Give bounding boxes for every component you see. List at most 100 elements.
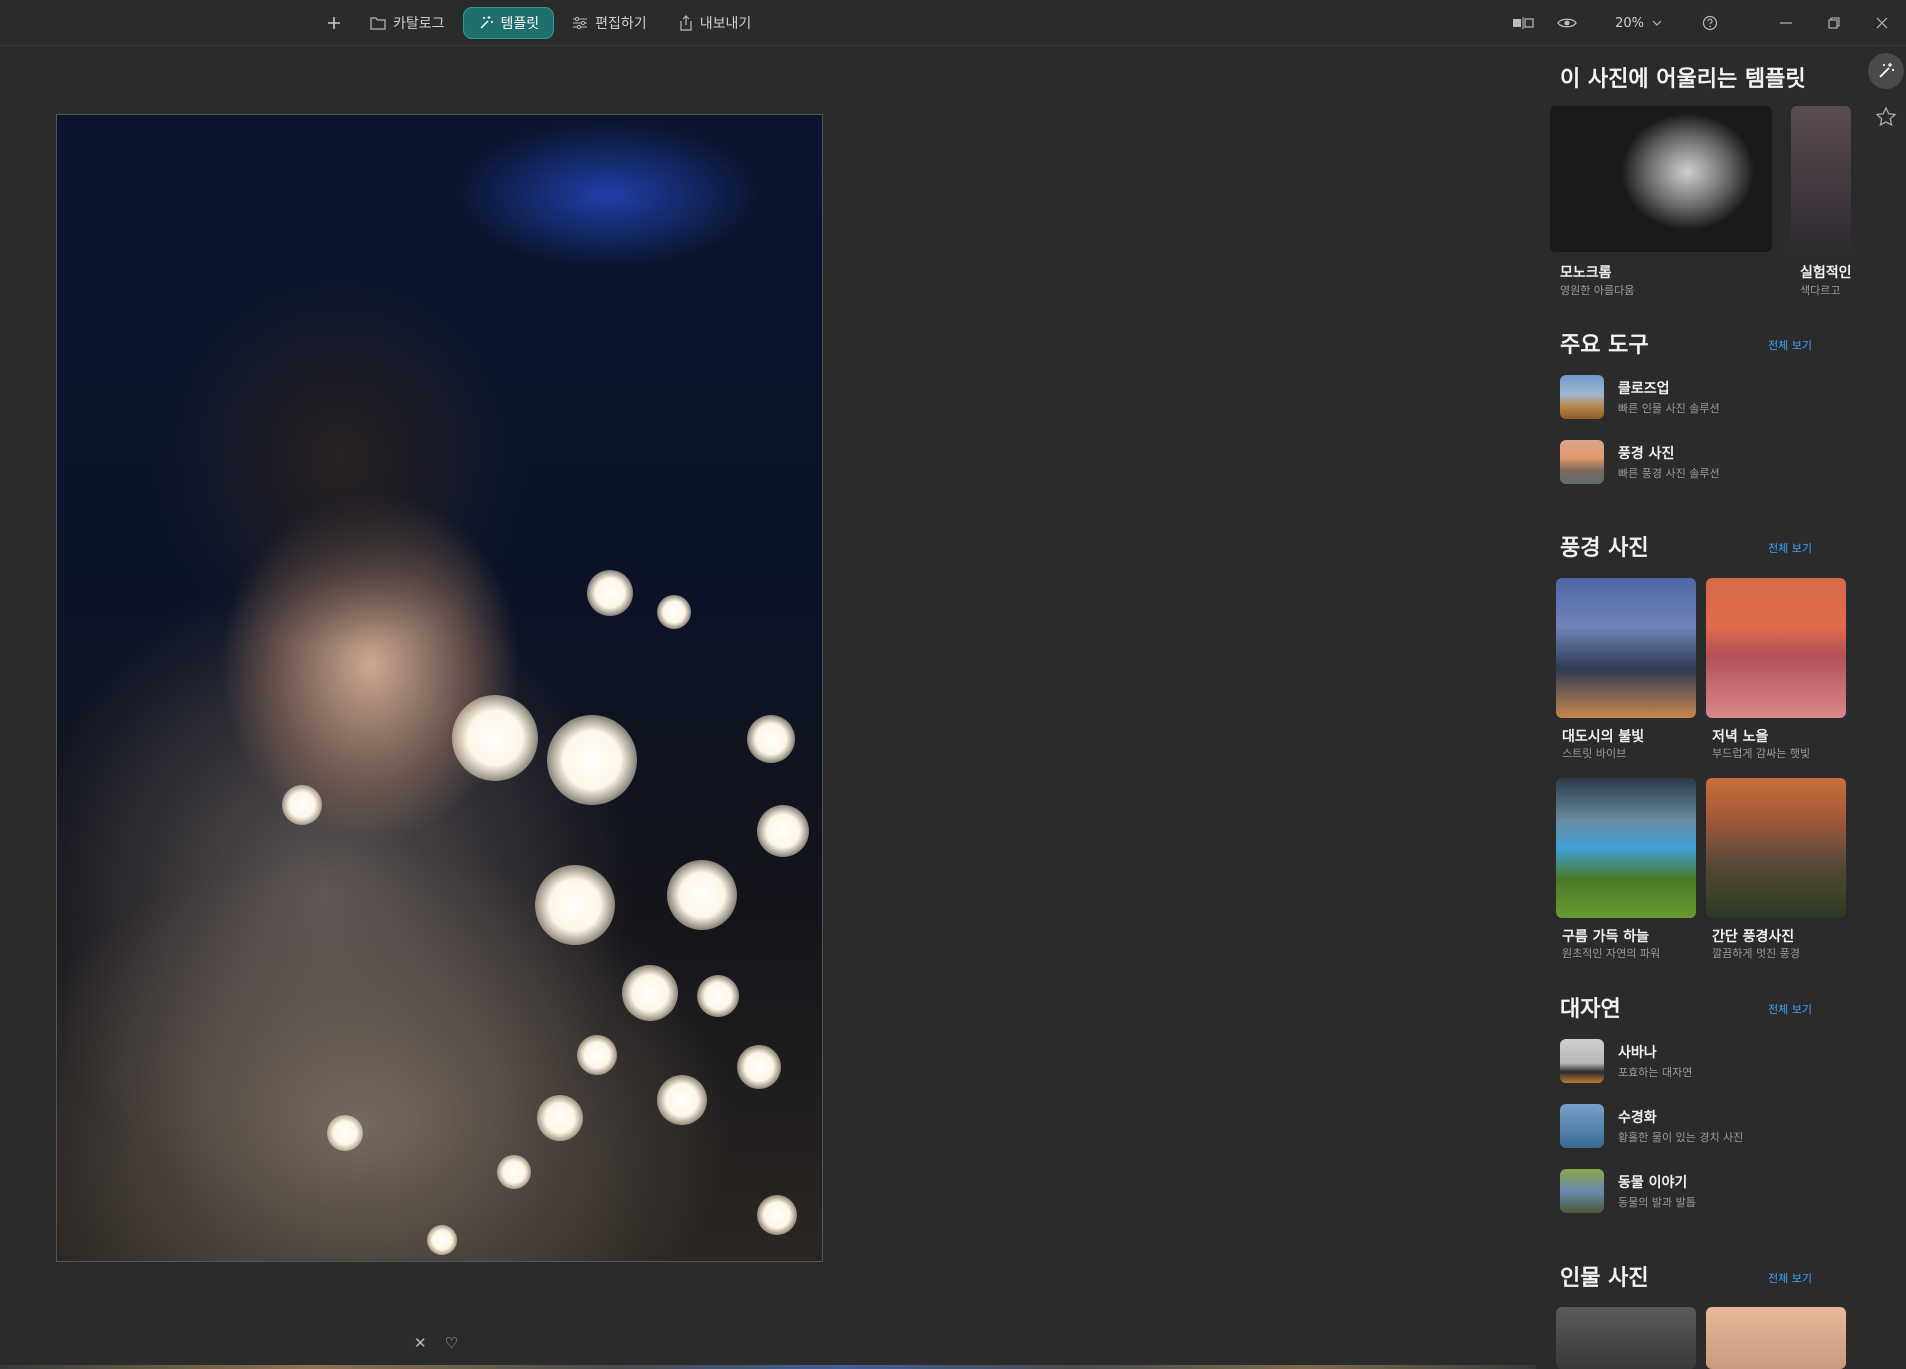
filmstrip[interactable] [0,1365,1536,1369]
template-card[interactable] [1791,106,1851,252]
reject-icon[interactable]: ✕ [414,1334,427,1352]
template-sub: 깔끔하게 멋진 풍경 [1712,947,1800,960]
item-sub: 황홀한 물이 있는 경치 사진 [1618,1131,1744,1144]
thumbnail [1560,440,1604,484]
right-tools: 20% [1501,7,1906,39]
tab-templates-label: 템플릿 [500,16,540,32]
light-bulb [577,1035,617,1075]
light-bulb [427,1225,457,1255]
restore-button[interactable] [1810,7,1858,39]
zoom-select[interactable]: 20% [1605,7,1672,39]
see-all-link[interactable]: 전체 보기 [1768,540,1812,556]
thumbnail [1560,1104,1604,1148]
zoom-value: 20% [1615,15,1644,31]
template-sub: 원초적인 자연의 파워 [1562,947,1661,960]
favorite-icon[interactable]: ♡ [445,1334,458,1352]
light-bulb [657,1075,707,1125]
folder-icon [370,17,386,30]
restore-icon [1828,17,1840,29]
templates-rail-button[interactable] [1868,53,1904,89]
portrait-title: 인물 사진 [1560,1266,1649,1291]
light-bulb [757,805,809,857]
light-bulb [327,1115,363,1151]
list-item[interactable]: 동물 이야기동물의 발과 발톱 [1560,1166,1860,1216]
landscape-title: 풍경 사진 [1560,536,1649,561]
close-icon [1876,17,1888,29]
nature-title: 대자연 [1560,997,1621,1022]
list-item[interactable]: 클로즈업 빠른 인물 사진 솔루션 [1560,372,1860,422]
list-item[interactable]: 풍경 사진빠른 풍경 사진 솔루션 [1560,437,1860,487]
light-bulb [537,1095,583,1141]
thumbnail [1560,375,1604,419]
chevron-down-icon [1652,20,1662,26]
light-bulb [667,860,737,930]
template-card[interactable] [1556,578,1696,718]
item-sub: 포효하는 대자연 [1618,1066,1693,1079]
magic-wand-icon [1879,63,1894,78]
template-name: 저녁 노을 [1712,729,1769,745]
thumbnail [1560,1169,1604,1213]
template-sub: 색다르고 [1800,284,1841,297]
template-card[interactable] [1556,1307,1696,1369]
minimize-icon [1780,22,1792,24]
light-bulb [452,695,538,781]
template-sub: 부드럽게 감싸는 햇빛 [1712,747,1811,760]
template-name: 간단 풍경사진 [1712,929,1795,945]
export-icon [680,15,692,31]
template-name: 구름 가득 하늘 [1562,929,1650,945]
help-icon [1702,15,1718,31]
light-bulb [587,570,633,616]
templates-panel: 이 사진에 어울리는 템플릿 모노크롬 영원한 아름다움 실험적인 색다르고 주… [1536,47,1866,1369]
template-card[interactable] [1706,778,1846,918]
main-tools-title: 주요 도구 [1560,333,1649,358]
item-name: 수경화 [1618,1110,1657,1126]
help-button[interactable] [1688,7,1732,39]
template-card[interactable] [1706,1307,1846,1369]
item-name: 사바나 [1618,1045,1657,1061]
see-all-link[interactable]: 전체 보기 [1768,337,1812,353]
tab-templates[interactable]: 템플릿 [462,7,555,39]
template-sub: 영원한 아름다움 [1560,284,1635,297]
plus-icon [328,17,340,29]
main-nav: 카탈로그 템플릿 편집하기 내보내기 [316,7,765,39]
tab-export-label: 내보내기 [699,16,752,32]
minimize-button[interactable] [1762,7,1810,39]
compare-button[interactable] [1501,7,1545,39]
star-icon [1875,106,1897,127]
item-sub: 빠른 풍경 사진 솔루션 [1618,467,1720,480]
preview-button[interactable] [1545,7,1589,39]
item-name: 풍경 사진 [1618,446,1675,462]
light-bulb [535,865,615,945]
template-card[interactable] [1556,778,1696,918]
compare-icon [1513,17,1534,29]
eye-icon [1557,18,1577,28]
light-bulb [497,1155,531,1189]
item-sub: 동물의 발과 발톱 [1618,1196,1696,1209]
template-name: 실험적인 [1800,265,1852,281]
list-item[interactable]: 수경화황홀한 물이 있는 경치 사진 [1560,1101,1860,1151]
sliders-icon [573,16,588,30]
template-card[interactable] [1706,578,1846,718]
favorites-rail-button[interactable] [1868,99,1904,135]
tab-export[interactable]: 내보내기 [665,7,766,39]
see-all-link[interactable]: 전체 보기 [1768,1001,1812,1017]
suggested-title: 이 사진에 어울리는 템플릿 [1560,67,1806,92]
item-name: 동물 이야기 [1618,1175,1688,1191]
template-card[interactable] [1550,106,1772,252]
light-bulb [657,595,691,629]
add-button[interactable] [316,7,352,39]
magic-wand-icon [480,16,493,29]
thumbnail [1560,1039,1604,1083]
tab-edit[interactable]: 편집하기 [558,7,661,39]
template-sub: 스트릿 바이브 [1562,747,1627,760]
see-all-link[interactable]: 전체 보기 [1768,1270,1812,1286]
light-bulb [697,975,739,1017]
item-sub: 빠른 인물 사진 솔루션 [1618,402,1720,415]
photo-canvas: ✕ ♡ [0,47,1536,1369]
close-window-button[interactable] [1858,7,1906,39]
list-item[interactable]: 사바나포효하는 대자연 [1560,1036,1860,1086]
light-bulb [282,785,322,825]
light-bulb [622,965,678,1021]
main-photo[interactable] [56,114,823,1262]
tab-catalog[interactable]: 카탈로그 [356,7,459,39]
